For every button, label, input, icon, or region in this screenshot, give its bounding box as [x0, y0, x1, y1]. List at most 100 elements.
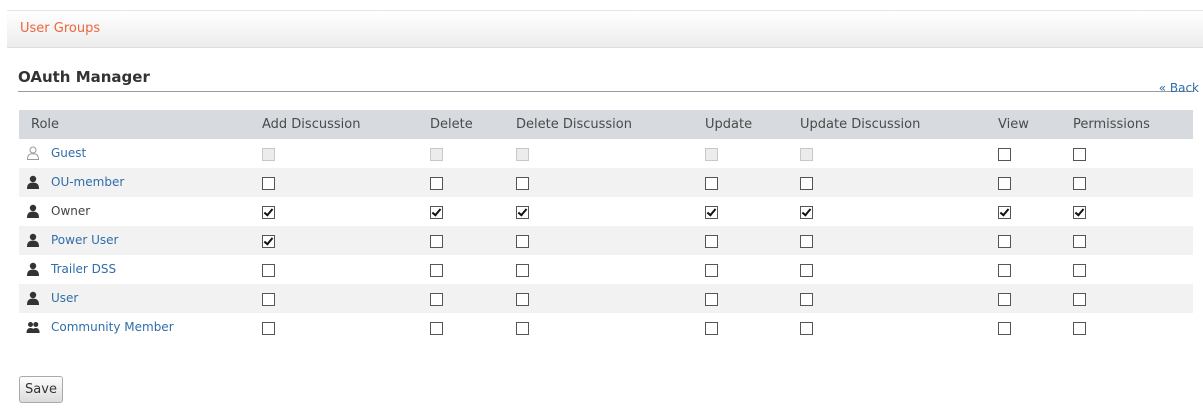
checkbox-delete-discussion[interactable] [516, 321, 529, 335]
cell-delete [430, 139, 516, 168]
checkbox-add-discussion[interactable] [262, 234, 275, 248]
cell-permissions [1073, 197, 1193, 226]
role-cell: Community Member [19, 313, 262, 342]
cell-add-discussion [262, 313, 430, 342]
checkbox-delete-discussion[interactable] [516, 176, 529, 190]
checkmark-icon [999, 205, 1010, 217]
checkbox-delete[interactable] [430, 292, 443, 306]
cell-add-discussion [262, 168, 430, 197]
checkmark-icon [706, 205, 717, 217]
checkbox-delete-discussion [516, 147, 529, 161]
cell-update [705, 313, 800, 342]
checkbox-update-discussion[interactable] [800, 292, 813, 306]
cell-update-discussion [800, 255, 998, 284]
table-row: Trailer DSS [19, 255, 1193, 284]
cell-update-discussion [800, 168, 998, 197]
checkmark-icon [517, 205, 528, 217]
checkbox-permissions[interactable] [1073, 292, 1086, 306]
cell-view [998, 197, 1073, 226]
checkbox-update[interactable] [705, 234, 718, 248]
cell-permissions [1073, 168, 1193, 197]
cell-delete-discussion [516, 168, 705, 197]
checkbox-view[interactable] [998, 205, 1011, 219]
checkbox-delete[interactable] [430, 234, 443, 248]
role-name-ou-member[interactable]: OU-member [51, 175, 124, 189]
cell-update-discussion [800, 313, 998, 342]
checkbox-update-discussion[interactable] [800, 234, 813, 248]
table-row: Power User [19, 226, 1193, 255]
role-name-trailer-dss[interactable]: Trailer DSS [51, 262, 116, 276]
checkbox-permissions[interactable] [1073, 205, 1086, 219]
checkbox-view[interactable] [998, 263, 1011, 277]
breadcrumb-user-groups[interactable]: User Groups [20, 21, 100, 36]
column-header-add-discussion: Add Discussion [262, 110, 430, 139]
checkbox-permissions[interactable] [1073, 147, 1086, 161]
back-link[interactable]: « Back [1159, 81, 1199, 95]
checkmark-icon [263, 205, 274, 217]
column-header-view: View [998, 110, 1073, 139]
user-icon [26, 233, 40, 247]
checkbox-update[interactable] [705, 176, 718, 190]
checkbox-delete-discussion[interactable] [516, 234, 529, 248]
cell-permissions [1073, 139, 1193, 168]
table-row: Guest [19, 139, 1193, 168]
cell-delete-discussion [516, 255, 705, 284]
checkbox-delete[interactable] [430, 263, 443, 277]
cell-delete [430, 226, 516, 255]
save-button[interactable]: Save [19, 376, 63, 403]
cell-update [705, 255, 800, 284]
cell-delete [430, 197, 516, 226]
role-name-power-user[interactable]: Power User [51, 233, 118, 247]
checkbox-add-discussion[interactable] [262, 321, 275, 335]
checkbox-delete-discussion[interactable] [516, 263, 529, 277]
cell-update-discussion [800, 139, 998, 168]
checkbox-view[interactable] [998, 321, 1011, 335]
checkbox-update[interactable] [705, 205, 718, 219]
cell-view [998, 284, 1073, 313]
checkmark-icon [801, 205, 812, 217]
checkbox-update[interactable] [705, 292, 718, 306]
checkbox-add-discussion[interactable] [262, 176, 275, 190]
role-name-guest[interactable]: Guest [51, 146, 86, 160]
checkbox-permissions[interactable] [1073, 176, 1086, 190]
cell-view [998, 313, 1073, 342]
checkbox-delete[interactable] [430, 176, 443, 190]
cell-permissions [1073, 226, 1193, 255]
table-header-row: Role Add Discussion Delete Delete Discus… [19, 110, 1193, 139]
checkbox-add-discussion[interactable] [262, 263, 275, 277]
user-outline-icon [26, 146, 40, 160]
role-name-community-member[interactable]: Community Member [51, 320, 174, 334]
checkbox-permissions[interactable] [1073, 321, 1086, 335]
cell-update [705, 168, 800, 197]
checkmark-icon [431, 205, 442, 217]
checkbox-permissions[interactable] [1073, 234, 1086, 248]
checkbox-view[interactable] [998, 176, 1011, 190]
checkbox-delete[interactable] [430, 321, 443, 335]
checkbox-add-discussion [262, 147, 275, 161]
checkbox-update[interactable] [705, 321, 718, 335]
checkbox-delete-discussion[interactable] [516, 292, 529, 306]
checkbox-update-discussion[interactable] [800, 205, 813, 219]
checkbox-view[interactable] [998, 234, 1011, 248]
cell-add-discussion [262, 226, 430, 255]
role-name-user[interactable]: User [51, 291, 78, 305]
checkbox-permissions[interactable] [1073, 263, 1086, 277]
checkbox-update-discussion[interactable] [800, 176, 813, 190]
role-cell: User [19, 284, 262, 313]
checkbox-view[interactable] [998, 147, 1011, 161]
checkbox-delete-discussion[interactable] [516, 205, 529, 219]
checkbox-add-discussion[interactable] [262, 205, 275, 219]
cell-delete-discussion [516, 197, 705, 226]
cell-add-discussion [262, 139, 430, 168]
checkbox-update[interactable] [705, 263, 718, 277]
checkbox-add-discussion[interactable] [262, 292, 275, 306]
checkbox-update-discussion[interactable] [800, 321, 813, 335]
cell-update-discussion [800, 284, 998, 313]
column-header-delete-discussion: Delete Discussion [516, 110, 705, 139]
checkbox-view[interactable] [998, 292, 1011, 306]
cell-add-discussion [262, 255, 430, 284]
title-divider [18, 91, 1194, 92]
checkbox-delete[interactable] [430, 205, 443, 219]
checkbox-update-discussion[interactable] [800, 263, 813, 277]
cell-permissions [1073, 284, 1193, 313]
